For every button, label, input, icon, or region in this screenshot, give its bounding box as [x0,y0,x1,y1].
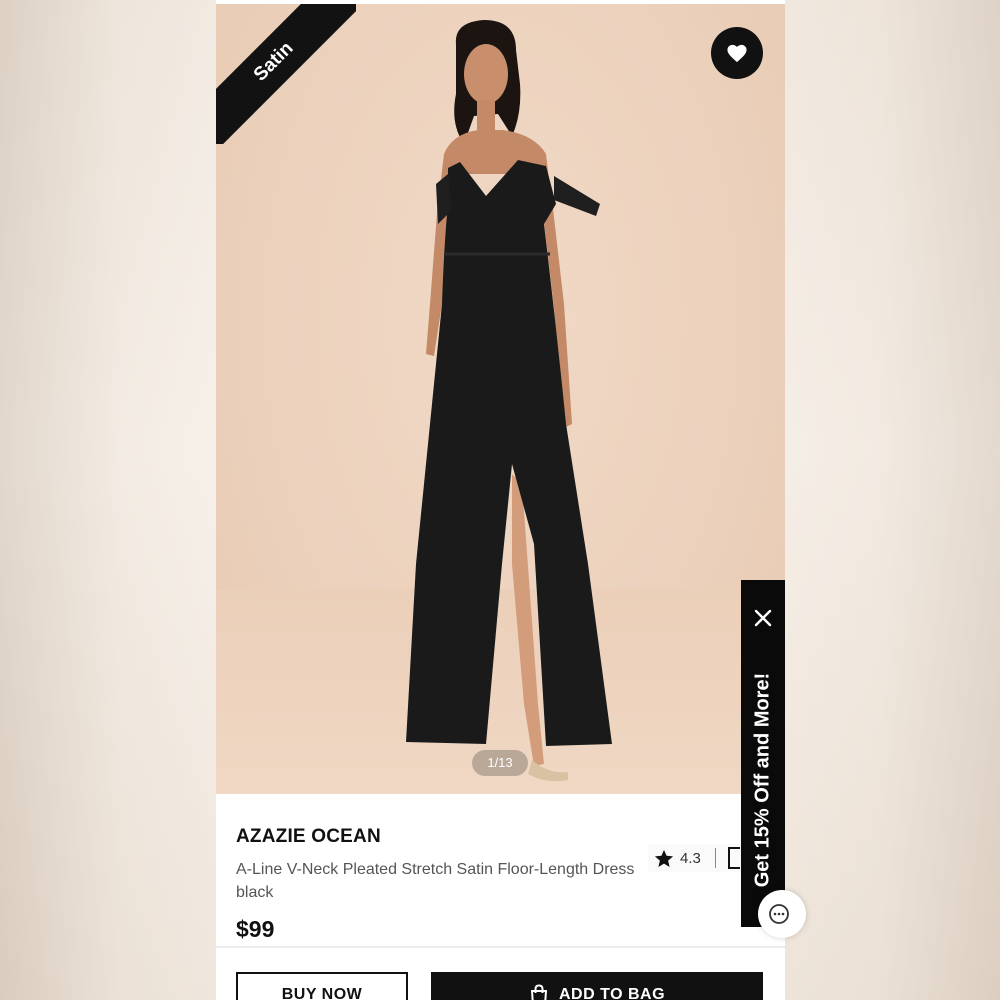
favorite-button[interactable] [711,27,763,79]
add-to-bag-label: ADD TO BAG [558,986,666,1000]
rating-value: 4.3 [680,849,701,867]
product-screen: Satin 1/13 AZAZIE OCEAN A-Line V-Neck Pl… [216,0,785,1000]
reviews-icon [727,847,740,869]
chat-icon [769,904,789,924]
material-badge: Satin [216,4,356,144]
section-divider [216,946,785,948]
add-to-bag-button[interactable]: ADD TO BAG [431,972,763,1000]
shopping-bag-icon [530,984,548,1000]
product-info: AZAZIE OCEAN A-Line V-Neck Pleated Stret… [216,794,785,1000]
product-photo[interactable]: Satin 1/13 [216,4,785,794]
promo-tab[interactable]: Get 15% Off and More! [741,580,785,927]
material-badge-label: Satin [216,4,356,144]
star-icon [654,849,674,868]
rating-divider [714,848,716,868]
backdrop-left [0,0,216,1000]
heart-icon [727,44,747,63]
buy-now-button[interactable]: BUY NOW [236,972,408,1000]
chat-button[interactable] [758,890,806,938]
rating-badge[interactable]: 4.3 [648,844,746,872]
product-price: $99 [236,916,275,942]
product-title: A-Line V-Neck Pleated Stretch Satin Floo… [236,861,635,901]
backdrop-right [785,0,1000,1000]
image-counter: 1/13 [472,750,528,776]
brand-name[interactable]: AZAZIE OCEAN [236,826,381,848]
